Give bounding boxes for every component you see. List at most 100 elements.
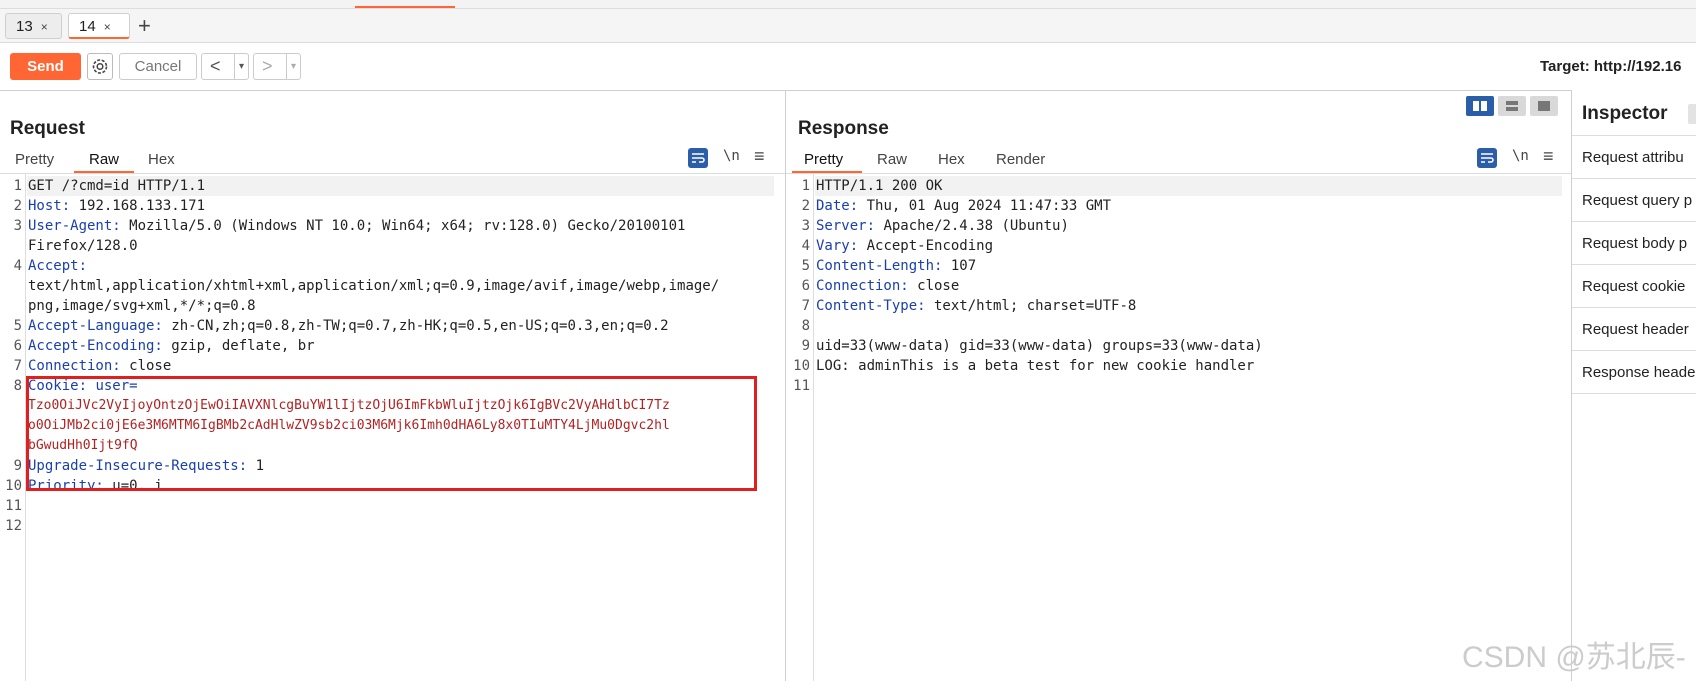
header-value: gzip, deflate, br (162, 338, 315, 354)
inspector-item-request-attributes[interactable]: Request attribu (1572, 136, 1696, 179)
line-number: 1 (13, 178, 22, 194)
newline-toggle[interactable]: \n (1512, 148, 1529, 164)
inspector-item-request-query[interactable]: Request query p (1572, 179, 1696, 222)
response-line-10[interactable]: LOG: adminThis is a beta test for new co… (816, 356, 1254, 376)
request-title: Request (10, 118, 85, 139)
menu-icon[interactable]: ≡ (754, 146, 765, 167)
active-strip-indicator (355, 6, 455, 8)
response-line-9[interactable]: uid=33(www-data) gid=33(www-data) groups… (816, 336, 1263, 356)
forward-button[interactable]: > ▾ (253, 53, 301, 80)
line-number: 6 (13, 338, 22, 354)
header-key: Server: (816, 218, 876, 234)
line-number: 8 (801, 318, 810, 334)
header-value: Mozilla/5.0 (Windows NT 10.0; Win64; x64… (120, 218, 686, 234)
header-key: Content-Length: (816, 258, 943, 274)
tab-label: 14 (79, 18, 96, 35)
inspector-toggle[interactable] (1688, 104, 1696, 124)
line-number: 7 (13, 358, 22, 374)
header-key: Connection: (28, 358, 121, 374)
request-line-3[interactable]: User-Agent: Mozilla/5.0 (Windows NT 10.0… (28, 216, 685, 236)
close-icon[interactable]: × (104, 20, 111, 34)
line-number: 2 (13, 198, 22, 214)
response-line-5[interactable]: Content-Length: 107 (816, 256, 976, 276)
tab-raw[interactable]: Raw (877, 151, 907, 168)
add-tab-icon[interactable]: + (138, 14, 151, 38)
line-number: 8 (13, 378, 22, 394)
header-value: close (120, 358, 172, 374)
line-number: 5 (13, 318, 22, 334)
response-line-4[interactable]: Vary: Accept-Encoding (816, 236, 993, 256)
header-key: Accept: (28, 258, 88, 274)
chevron-down-icon[interactable]: ▾ (286, 54, 296, 79)
header-key: Connection: (816, 278, 909, 294)
wrap-icon[interactable] (1477, 148, 1497, 168)
tab-14[interactable]: 14 × (68, 13, 130, 39)
response-line-3[interactable]: Server: Apache/2.4.38 (Ubuntu) (816, 216, 1069, 236)
split-layout-icon[interactable] (1466, 96, 1494, 116)
back-button[interactable]: < ▾ (201, 53, 249, 80)
tab-pretty[interactable]: Pretty (804, 151, 843, 168)
response-line-6[interactable]: Connection: close (816, 276, 959, 296)
request-line-4[interactable]: Accept: (28, 256, 87, 276)
request-line-4-cont[interactable]: png,image/svg+xml,*/*;q=0.8 (28, 296, 256, 316)
panel-divider[interactable] (785, 90, 786, 681)
header-key: Vary: (816, 238, 859, 254)
line-number: 2 (801, 198, 810, 214)
header-value: close (908, 278, 960, 294)
header-key: Content-Type: (816, 298, 926, 314)
tab-13[interactable]: 13 × (5, 13, 62, 39)
stacked-layout-icon[interactable] (1498, 96, 1526, 116)
cancel-button[interactable]: Cancel (119, 53, 197, 80)
gear-icon[interactable] (87, 53, 113, 80)
inspector-item-request-cookies[interactable]: Request cookie (1572, 265, 1696, 308)
line-number: 10 (5, 478, 22, 494)
line-number: 4 (13, 258, 22, 274)
target-label[interactable]: Target: http://192.16 (1540, 58, 1681, 75)
line-number: 11 (5, 498, 22, 514)
header-key: Date: (816, 198, 859, 214)
header-key: Accept-Encoding: (28, 338, 163, 354)
menu-icon[interactable]: ≡ (1543, 146, 1554, 167)
chevron-left-icon: < (210, 56, 221, 76)
wrap-icon[interactable] (688, 148, 708, 168)
request-line-3-cont[interactable]: Firefox/128.0 (28, 236, 138, 256)
response-line-2[interactable]: Date: Thu, 01 Aug 2024 11:47:33 GMT (816, 196, 1111, 216)
request-line-1[interactable]: GET /?cmd=id HTTP/1.1 (28, 176, 205, 196)
request-line-2[interactable]: Host: 192.168.133.171 (28, 196, 205, 216)
tab-label: 13 (16, 18, 33, 35)
newline-toggle[interactable]: \n (723, 148, 740, 164)
inspector-item-request-body[interactable]: Request body p (1572, 222, 1696, 265)
line-number: 10 (793, 358, 810, 374)
chevron-down-icon[interactable]: ▾ (234, 54, 244, 79)
request-line-5[interactable]: Accept-Language: zh-CN,zh;q=0.8,zh-TW;q=… (28, 316, 669, 336)
header-key: Accept-Language: (28, 318, 163, 334)
response-line-7[interactable]: Content-Type: text/html; charset=UTF-8 (816, 296, 1136, 316)
header-value: Apache/2.4.38 (Ubuntu) (875, 218, 1069, 234)
request-line-7[interactable]: Connection: close (28, 356, 171, 376)
response-line-1[interactable]: HTTP/1.1 200 OK (816, 176, 942, 196)
line-number: 11 (793, 378, 810, 394)
line-gutter (813, 174, 814, 681)
request-line-4-cont[interactable]: text/html,application/xhtml+xml,applicat… (28, 276, 719, 296)
line-number: 12 (5, 518, 22, 534)
tab-render[interactable]: Render (996, 151, 1045, 168)
line-number: 9 (801, 338, 810, 354)
tab-hex[interactable]: Hex (148, 151, 175, 168)
tab-raw[interactable]: Raw (89, 151, 119, 168)
inspector-title: Inspector (1582, 103, 1668, 124)
send-button[interactable]: Send (10, 53, 81, 80)
tab-pretty[interactable]: Pretty (15, 151, 54, 168)
tab-hex[interactable]: Hex (938, 151, 965, 168)
single-layout-icon[interactable] (1530, 96, 1558, 116)
line-number: 5 (801, 258, 810, 274)
chevron-right-icon: > (262, 56, 273, 76)
line-number: 9 (13, 458, 22, 474)
inspector-item-response-headers[interactable]: Response heade (1572, 351, 1696, 394)
header-key: Host: (28, 198, 71, 214)
line-number: 1 (801, 178, 810, 194)
request-line-6[interactable]: Accept-Encoding: gzip, deflate, br (28, 336, 315, 356)
inspector-item-request-headers[interactable]: Request header (1572, 308, 1696, 351)
line-number: 4 (801, 238, 810, 254)
close-icon[interactable]: × (41, 20, 48, 34)
line-number: 3 (801, 218, 810, 234)
